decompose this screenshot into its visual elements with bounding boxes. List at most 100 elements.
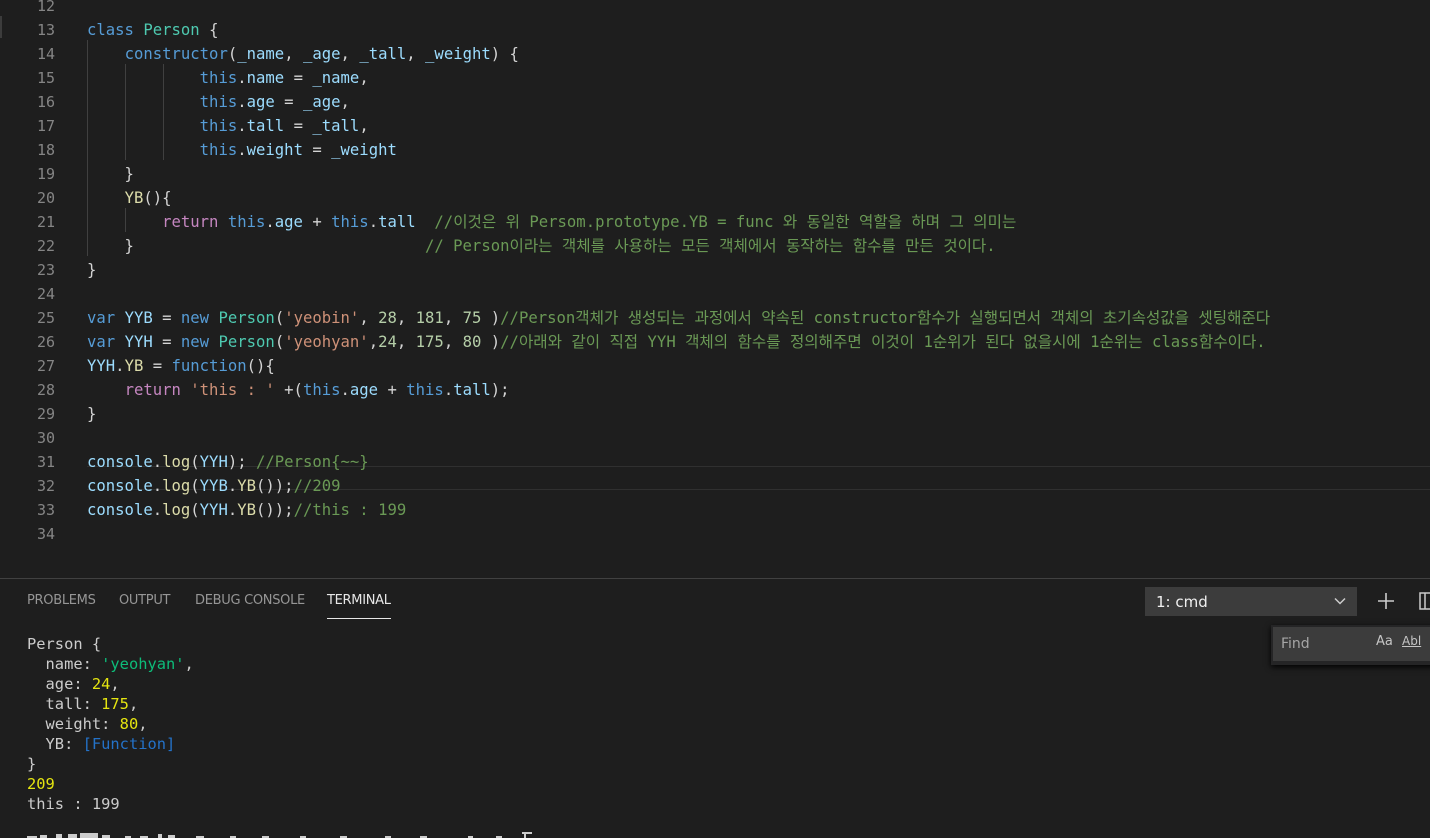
code-line[interactable]: 34: [0, 522, 1430, 546]
find-input[interactable]: Find Aa Abl: [1273, 627, 1430, 661]
code-editor[interactable]: 12 13 class Person {14 constructor(_name, …: [0, 0, 1430, 578]
terminal-token: YB:: [27, 735, 83, 753]
terminal-line: name: 'yeohyan',: [27, 654, 194, 674]
code-line[interactable]: 24: [0, 282, 1430, 306]
code-token: log: [162, 477, 191, 495]
code-token: age: [274, 213, 303, 231]
match-whole-word-icon[interactable]: Abl: [1402, 634, 1421, 648]
code-token: this: [199, 117, 238, 135]
line-number: 18: [36, 141, 55, 159]
tab-problems[interactable]: PROBLEMS: [27, 593, 96, 608]
code-token: tall: [246, 117, 285, 135]
line-number: 12: [36, 0, 55, 15]
code-text: var YYB = new Person('yeobin', 28, 181, …: [87, 306, 1270, 330]
line-number: 17: [36, 117, 55, 135]
active-tab-underline: [327, 618, 391, 619]
code-token: _name: [237, 45, 285, 63]
code-token: 175: [415, 333, 444, 351]
line-number: 21: [36, 213, 55, 231]
code-line[interactable]: 25 var YYB = new Person('yeobin', 28, 181…: [0, 306, 1430, 330]
code-token: ,: [340, 45, 360, 63]
code-line[interactable]: 14 constructor(_name, _age, _tall, _weig…: [0, 42, 1430, 66]
code-token: .: [152, 453, 163, 471]
code-line[interactable]: 27 YYH.YB = function(){: [0, 354, 1430, 378]
code-token: ,: [368, 333, 379, 351]
code-token: .: [227, 477, 238, 495]
code-text: YYH.YB = function(){: [87, 354, 275, 378]
code-token: }: [87, 405, 97, 423]
code-line[interactable]: 17 this.tall = _tall,: [0, 114, 1430, 138]
code-token: .: [265, 213, 275, 231]
code-token: YYH: [199, 501, 228, 519]
code-line[interactable]: 19 }: [0, 162, 1430, 186]
code-token: new: [180, 333, 219, 351]
code-line[interactable]: 15 this.name = _name,: [0, 66, 1430, 90]
line-number: 30: [36, 429, 55, 447]
terminal-line: weight: 80,: [27, 714, 148, 734]
code-line[interactable]: 31 console.log(YYH); //Person{~~}: [0, 450, 1430, 474]
code-text: this.tall = _tall,: [87, 114, 369, 138]
code-token: log: [162, 501, 191, 519]
code-line[interactable]: 12: [0, 0, 1430, 18]
terminal-token: [Function]: [82, 735, 176, 753]
code-line[interactable]: 13 class Person {: [0, 18, 1430, 42]
terminal-line: YB: [Function]: [27, 734, 176, 754]
code-line[interactable]: 21 return this.age + this.tall //이것은 위 P…: [0, 210, 1430, 234]
terminal-token: ,: [184, 655, 194, 673]
code-line[interactable]: 30: [0, 426, 1430, 450]
terminal-token: 'yeohyan': [101, 655, 185, 673]
code-token: class: [87, 21, 144, 39]
code-line[interactable]: 29}: [0, 402, 1430, 426]
terminal-select[interactable]: 1: cmd: [1145, 587, 1357, 616]
terminal-line: }: [27, 754, 36, 774]
line-number: 31: [36, 453, 55, 471]
code-token: YYH: [124, 333, 153, 351]
code-line[interactable]: 33 console.log(YYH.YB());//this : 199: [0, 498, 1430, 522]
code-line[interactable]: 23}: [0, 258, 1430, 282]
split-terminal-icon[interactable]: [1414, 590, 1430, 612]
code-text: }: [87, 162, 134, 186]
code-token: .: [227, 501, 238, 519]
code-line[interactable]: 26 var YYH = new Person('yeohyan',24, 175…: [0, 330, 1430, 354]
code-token: .: [340, 381, 350, 399]
code-token: ,: [396, 309, 416, 327]
code-token: YYB: [124, 309, 153, 327]
code-token: tall: [378, 213, 416, 231]
code-token: YB: [237, 501, 257, 519]
plus-icon[interactable]: [1374, 589, 1398, 613]
code-token: 181: [415, 309, 444, 327]
code-line[interactable]: 28 return 'this : ' +(this.age + this.ta…: [0, 378, 1430, 402]
code-token: ,: [359, 69, 369, 87]
code-line[interactable]: 16 this.age = _age,: [0, 90, 1430, 114]
code-token: }: [87, 261, 97, 279]
code-token: ,: [443, 333, 463, 351]
code-line[interactable]: 18 this.weight = _weight: [0, 138, 1430, 162]
code-token: ());: [256, 477, 294, 495]
code-token: =: [302, 141, 332, 159]
code-token: //Person객체가 생성되는 과정에서 약속된 constructor함수가…: [500, 309, 1271, 327]
tab-terminal[interactable]: TERMINAL: [327, 593, 391, 608]
code-token: this: [199, 141, 238, 159]
terminal-token: 209: [27, 775, 55, 793]
code-line[interactable]: 20 YB(){: [0, 186, 1430, 210]
line-number: 16: [36, 93, 55, 111]
code-token: YB: [124, 357, 144, 375]
code-token: ,: [406, 45, 426, 63]
code-token: this: [406, 381, 444, 399]
code-token: =: [284, 69, 313, 87]
code-line[interactable]: 22 } // Person이라는 객체를 사용하는 모든 객체에서 동작하는 …: [0, 234, 1430, 258]
code-token: {: [199, 21, 219, 39]
code-token: var: [87, 309, 125, 327]
code-token: this: [331, 213, 369, 231]
code-token: this: [199, 93, 238, 111]
code-token: ());: [256, 501, 294, 519]
tab-debug-console[interactable]: DEBUG CONSOLE: [195, 593, 305, 608]
code-line[interactable]: 32 console.log(YYB.YB());//209: [0, 474, 1430, 498]
code-text: return this.age + this.tall //이것은 위 Pers…: [87, 210, 1016, 234]
code-token: var: [87, 333, 125, 351]
code-token: .: [237, 117, 247, 135]
tab-output[interactable]: OUTPUT: [119, 593, 170, 608]
match-case-icon[interactable]: Aa: [1376, 634, 1393, 649]
